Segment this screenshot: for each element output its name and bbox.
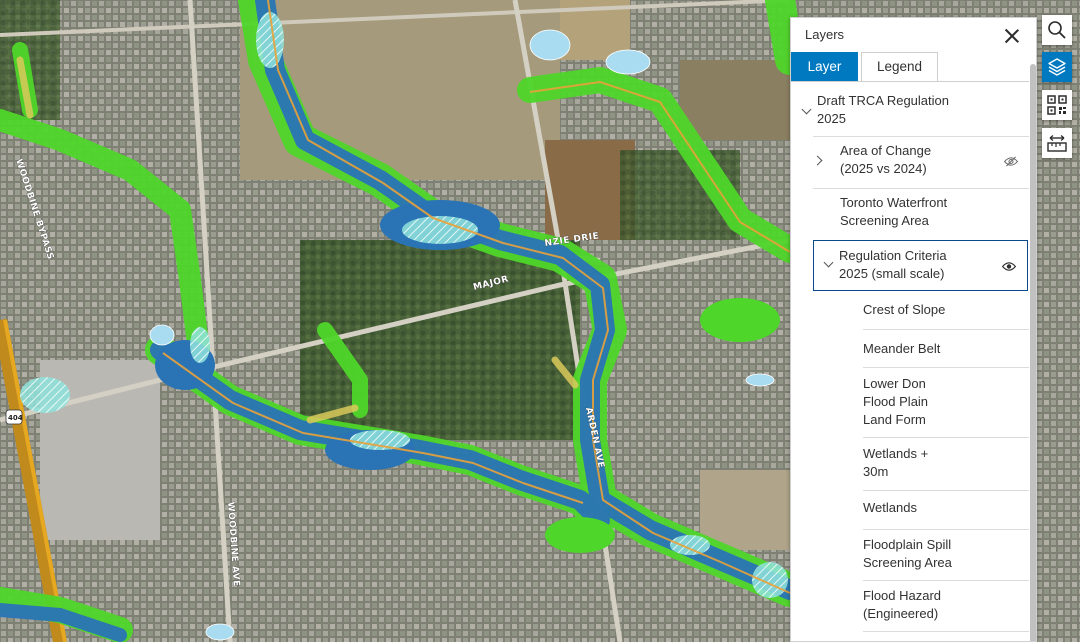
search-icon bbox=[1048, 21, 1066, 39]
sublayer-lower-don-flood-plain[interactable]: Lower Don Flood Plain Land Form bbox=[841, 375, 1029, 431]
layer-toronto-waterfront[interactable]: Toronto Waterfront Screening Area bbox=[813, 190, 1029, 240]
chevron-down-icon[interactable] bbox=[823, 257, 834, 268]
sublayer-label: Crest of Slope bbox=[863, 302, 946, 317]
chevron-down-icon[interactable] bbox=[801, 104, 812, 115]
panel-scrollbar[interactable] bbox=[1030, 64, 1036, 641]
tab-layer[interactable]: Layer bbox=[791, 52, 858, 82]
layer-group-label-line2: 2025 bbox=[817, 111, 846, 126]
measure-icon bbox=[1047, 135, 1067, 152]
divider bbox=[863, 329, 1029, 330]
qr-code-button[interactable] bbox=[1042, 90, 1072, 120]
eye-icon[interactable] bbox=[1001, 261, 1017, 272]
panel-header: Layers bbox=[791, 18, 1036, 52]
layer-label-line2: 2025 (small scale) bbox=[839, 266, 945, 281]
sublayer-crest-of-slope[interactable]: Crest of Slope bbox=[841, 301, 1029, 329]
layer-label-line1: Regulation Criteria bbox=[839, 248, 947, 263]
layers-icon bbox=[1048, 58, 1066, 76]
layer-area-of-change[interactable]: Area of Change (2025 vs 2024) bbox=[812, 138, 1029, 188]
sublayer-label-line2: 30m bbox=[863, 464, 889, 479]
layers-panel: Layers Layer Legend Draft TRCA Regulatio… bbox=[790, 17, 1037, 642]
highway-404-shield: 404 bbox=[5, 409, 23, 425]
layer-label-line1: Area of Change bbox=[840, 143, 932, 158]
sublayer-label-line3: Land Form bbox=[863, 412, 926, 427]
layers-button[interactable] bbox=[1042, 52, 1072, 82]
layer-group-draft-trca[interactable]: Draft TRCA Regulation 2025 bbox=[791, 92, 1029, 136]
sublayer-label-line1: Flood Hazard bbox=[863, 588, 942, 603]
sublayer-label-line1: Wetlands + bbox=[863, 446, 929, 461]
layer-group-label-line1: Draft TRCA Regulation bbox=[817, 93, 949, 108]
divider bbox=[863, 367, 1029, 368]
sublayer-label-line2: Flood Plain bbox=[863, 394, 929, 409]
measure-button[interactable] bbox=[1042, 128, 1072, 158]
sublayer-label-line2: (Engineered) bbox=[863, 606, 939, 621]
tab-legend[interactable]: Legend bbox=[861, 52, 938, 82]
sublayer-label-line2: Screening Area bbox=[863, 555, 952, 570]
sublayer-label-line1: Lower Don bbox=[863, 376, 926, 391]
divider bbox=[863, 631, 1029, 632]
panel-title: Layers bbox=[805, 27, 845, 42]
sublayer-floodplain-spill[interactable]: Floodplain Spill Screening Area bbox=[841, 536, 1029, 576]
divider bbox=[863, 529, 1029, 530]
close-icon[interactable] bbox=[1002, 26, 1022, 46]
search-button[interactable] bbox=[1042, 15, 1072, 45]
panel-tabs: Layer Legend bbox=[791, 52, 1036, 82]
layer-label-line2: (2025 vs 2024) bbox=[840, 161, 927, 176]
farmland bbox=[680, 60, 790, 140]
floodplain-buffer bbox=[700, 298, 780, 342]
industrial-area bbox=[700, 470, 790, 550]
sublayer-meander-belt[interactable]: Meander Belt bbox=[841, 340, 1029, 368]
sublayer-label-line1: Floodplain Spill bbox=[863, 537, 952, 552]
layer-label-line1: Toronto Waterfront bbox=[840, 195, 948, 210]
svg-text:404: 404 bbox=[8, 414, 23, 422]
divider bbox=[813, 188, 1029, 189]
floodplain-buffer bbox=[545, 517, 615, 553]
tabs-divider bbox=[791, 81, 1029, 82]
sublayer-wetlands-30m[interactable]: Wetlands + 30m bbox=[841, 445, 1029, 485]
layer-regulation-criteria[interactable]: Regulation Criteria 2025 (small scale) bbox=[813, 240, 1028, 291]
divider bbox=[863, 580, 1029, 581]
divider bbox=[863, 490, 1029, 491]
qr-code-icon bbox=[1047, 95, 1067, 115]
sublayer-label: Meander Belt bbox=[863, 341, 941, 356]
sublayer-flood-hazard-engineered[interactable]: Flood Hazard (Engineered) bbox=[841, 587, 1029, 627]
divider bbox=[863, 437, 1029, 438]
sublayer-label: Wetlands bbox=[863, 500, 917, 515]
sublayer-wetlands[interactable]: Wetlands bbox=[841, 499, 1029, 527]
eye-off-icon[interactable] bbox=[1003, 156, 1019, 167]
divider bbox=[813, 136, 1029, 137]
layer-label-line2: Screening Area bbox=[840, 213, 929, 228]
chevron-right-icon[interactable] bbox=[812, 155, 823, 166]
